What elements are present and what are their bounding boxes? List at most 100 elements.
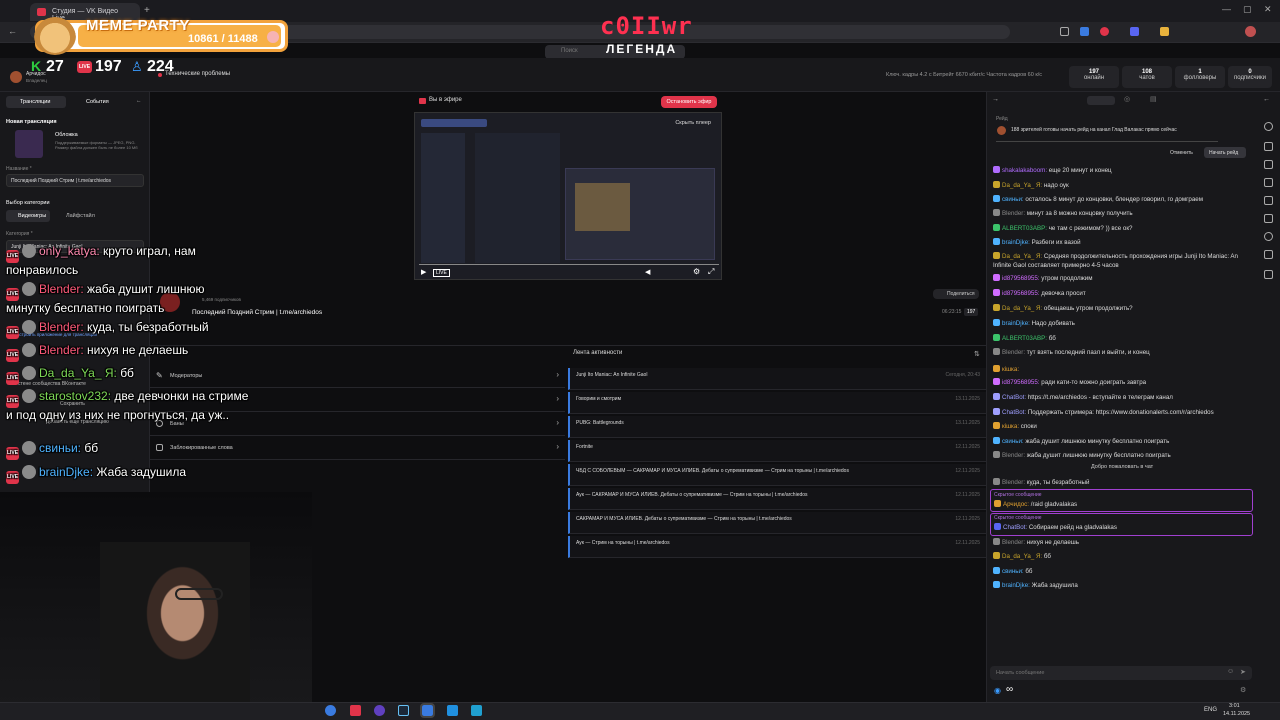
chat-username[interactable]: ChatBot: bbox=[1002, 409, 1026, 416]
settings-icon[interactable]: ⚙ bbox=[693, 267, 700, 276]
activity-item[interactable]: PUBG: Battlegrounds 13.11.2025 bbox=[568, 416, 986, 438]
list-icon[interactable] bbox=[1264, 214, 1273, 223]
cover-hint: Поддерживаемые форматы — JPEG, PNG. Разм… bbox=[55, 140, 138, 150]
extension-icon[interactable] bbox=[1080, 27, 1089, 36]
gift-icon[interactable] bbox=[1264, 142, 1273, 151]
active-app-icon[interactable] bbox=[420, 703, 435, 718]
profile-avatar[interactable] bbox=[1245, 26, 1256, 37]
language-indicator[interactable]: ENG bbox=[1204, 707, 1217, 713]
category-lifestyle-tab[interactable]: Лайфстайл bbox=[66, 213, 95, 219]
fullscreen-icon[interactable]: ⤢ bbox=[708, 267, 714, 277]
chat-username[interactable]: brainDjke: bbox=[1002, 239, 1030, 246]
chat-username[interactable]: ALBERT03ABP: bbox=[1002, 335, 1047, 342]
category-games-tab[interactable]: Видеоигры bbox=[18, 213, 46, 219]
activity-item[interactable]: Говорим и смотрим 13.11.2025 bbox=[568, 392, 986, 414]
activity-item[interactable]: Fortnite 12.11.2025 bbox=[568, 440, 986, 462]
extension-icon[interactable] bbox=[1100, 27, 1109, 36]
extension-icon[interactable] bbox=[1060, 27, 1069, 36]
document-icon[interactable] bbox=[1264, 196, 1273, 205]
chat-username[interactable]: Blender: bbox=[1002, 539, 1025, 546]
chat-username[interactable]: ChatBot: bbox=[1002, 394, 1026, 401]
calendar-icon[interactable] bbox=[1264, 250, 1273, 259]
back-arrow-icon[interactable]: ← bbox=[8, 26, 17, 36]
notifications-icon[interactable] bbox=[1264, 160, 1273, 169]
steam-icon[interactable] bbox=[398, 705, 409, 716]
cancel-raid-button[interactable]: Отменить bbox=[1170, 150, 1193, 156]
chat-username[interactable]: ChatBot: bbox=[1003, 524, 1027, 531]
chat-username[interactable]: Blender: bbox=[1002, 210, 1025, 217]
activity-item[interactable]: Junji Ito Maniac: An Infinite Gaol Сегодн… bbox=[568, 368, 986, 390]
user-badge-icon bbox=[993, 365, 1000, 372]
points-icon[interactable]: ◉ bbox=[994, 686, 1001, 695]
maximize-button[interactable]: ▢ bbox=[1243, 4, 1252, 15]
chat-username[interactable]: свиньи: bbox=[1002, 196, 1024, 203]
chat-username[interactable]: кішка: bbox=[1002, 423, 1019, 430]
volume-icon[interactable]: ◀ bbox=[645, 268, 650, 276]
chat-username[interactable]: Blender: bbox=[1002, 479, 1025, 486]
minimize-button[interactable]: — bbox=[1222, 4, 1231, 14]
clock-date[interactable]: 14.11.2025 bbox=[1223, 711, 1250, 717]
clock-time[interactable]: 3:01 bbox=[1229, 703, 1240, 709]
media-icon[interactable] bbox=[1264, 178, 1273, 187]
poll-icon[interactable] bbox=[1264, 270, 1273, 279]
chat-username[interactable]: Da_da_Ya_ Я: bbox=[1002, 305, 1042, 312]
chat-username[interactable]: свиньи: bbox=[1002, 568, 1024, 575]
chat-username[interactable]: Da_da_Ya_ Я: bbox=[1002, 182, 1042, 189]
technical-problems[interactable]: Технические проблемы bbox=[165, 71, 230, 77]
tab-events[interactable]: События bbox=[86, 99, 109, 105]
expand-icon[interactable]: → bbox=[992, 96, 999, 103]
extension-icon[interactable] bbox=[1130, 27, 1139, 36]
emoji-icon[interactable]: ☺ bbox=[1227, 668, 1234, 675]
owner-avatar[interactable] bbox=[10, 71, 22, 83]
app-icon[interactable] bbox=[471, 705, 482, 716]
tab-broadcasts[interactable]: Трансляции bbox=[20, 99, 50, 105]
activity-item[interactable]: САКРАМАР И МУСА ИЛИЕВ. Дебаты о супремат… bbox=[568, 512, 986, 534]
obs-icon[interactable] bbox=[350, 705, 361, 716]
chat-username[interactable]: id879568955: bbox=[1002, 275, 1040, 282]
send-icon[interactable]: ➤ bbox=[1240, 668, 1246, 676]
media-app-icon[interactable] bbox=[374, 705, 385, 716]
browser-icon[interactable] bbox=[325, 705, 336, 716]
stop-stream-button[interactable]: Остановить эфир bbox=[661, 96, 717, 108]
chat-username[interactable]: brainDjke: bbox=[1002, 320, 1030, 327]
play-icon[interactable]: ▶ bbox=[421, 268, 426, 276]
filter-icon[interactable]: ⇅ bbox=[974, 350, 980, 358]
activity-item[interactable]: ЧБД С СОБОЛЕВЫМ — САКРАМАР И МУСА ИЛИЕВ.… bbox=[568, 464, 986, 486]
chat-username[interactable]: id879568955: bbox=[1002, 379, 1040, 386]
cover-thumbnail[interactable] bbox=[15, 130, 43, 158]
hide-player-button[interactable]: Скрыть плеер bbox=[675, 120, 711, 126]
trophy-icon[interactable] bbox=[1264, 232, 1273, 241]
chat-settings-icon[interactable]: ⚙ bbox=[1240, 686, 1246, 694]
chat-username[interactable]: brainDjke: bbox=[1002, 582, 1030, 589]
chat-username[interactable]: shakalakaboom: bbox=[1002, 167, 1047, 174]
overlay-chat-username: Da_da_Ya_ Я: bbox=[39, 366, 117, 380]
chat-username[interactable]: Blender: bbox=[1002, 349, 1025, 356]
chat-tab-active[interactable] bbox=[1087, 96, 1115, 105]
chat-username[interactable]: id879568955: bbox=[1002, 290, 1040, 297]
new-tab-button[interactable]: + bbox=[144, 5, 150, 16]
chat-username[interactable]: Da_da_Ya_ Я: bbox=[1002, 553, 1042, 560]
activity-item[interactable]: Аук — САКРАМАР И МУСА ИЛИЕВ. Дебаты о су… bbox=[568, 488, 986, 510]
progress-bar[interactable] bbox=[419, 264, 719, 265]
share-button[interactable]: Поделиться bbox=[947, 291, 975, 297]
messenger-icon[interactable] bbox=[447, 705, 458, 716]
close-window-button[interactable]: ✕ bbox=[1264, 4, 1272, 15]
chat-message: Da_da_Ya_ Я: обещаешь утром продолжить? bbox=[993, 304, 1251, 314]
chat-username[interactable]: ALBERT03ABP: bbox=[1002, 225, 1047, 232]
chat-username[interactable]: Da_da_Ya_ Я: bbox=[1002, 253, 1042, 260]
collapse-right-icon[interactable]: ← bbox=[1263, 96, 1270, 103]
chat-username[interactable]: свиньи: bbox=[1002, 438, 1024, 445]
stream-name-input[interactable]: Последний Поздний Стрим | t.me/archiedos bbox=[6, 174, 144, 187]
chat-username[interactable]: кішка: bbox=[1002, 366, 1019, 373]
activity-item[interactable]: Аук — Стрим на торыны | t.me/archiedos 12… bbox=[568, 536, 986, 558]
video-player[interactable]: Скрыть плеер ▶ LIVE ◀ ⚙ ⤢ bbox=[414, 112, 722, 280]
chat-tab-icon[interactable]: ◎ bbox=[1124, 95, 1130, 103]
collapse-icon[interactable]: ← bbox=[136, 98, 142, 104]
chat-username[interactable]: Арчидос: bbox=[1003, 501, 1029, 508]
chat-text: че там с режимом? )) все ок? bbox=[1048, 225, 1133, 232]
settings-icon[interactable] bbox=[1264, 122, 1273, 131]
start-raid-button[interactable]: Начать рейд bbox=[1209, 150, 1238, 156]
chat-username[interactable]: Blender: bbox=[1002, 452, 1025, 459]
chat-tab-icon[interactable]: ▤ bbox=[1150, 95, 1157, 103]
extension-icon[interactable] bbox=[1160, 27, 1169, 36]
